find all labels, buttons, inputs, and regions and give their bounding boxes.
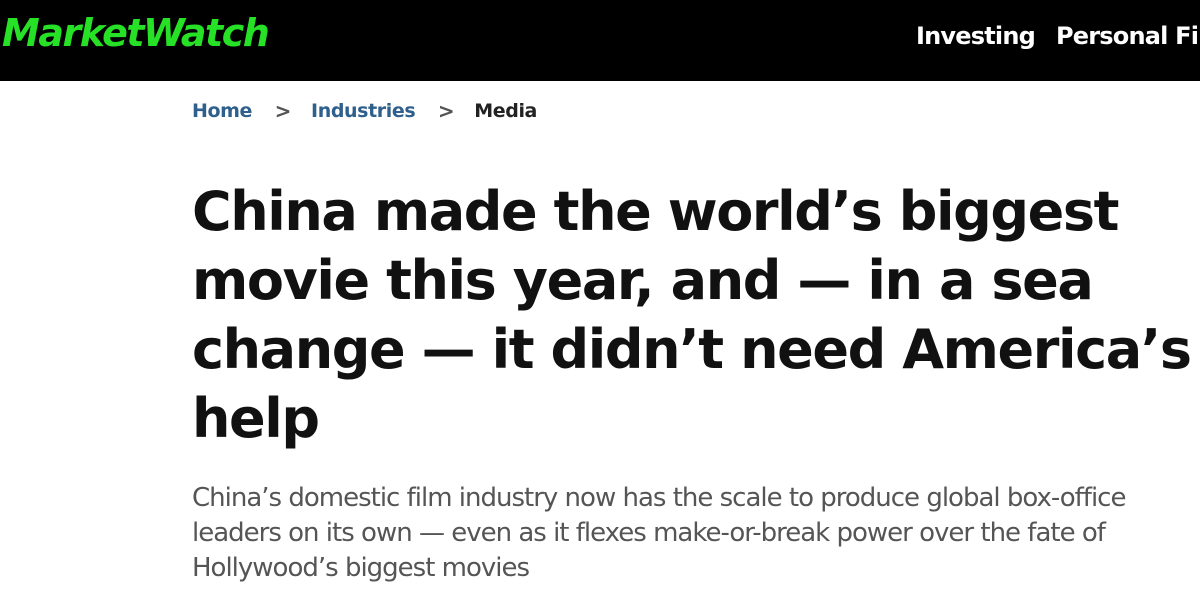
chevron-right-icon: > bbox=[437, 99, 455, 123]
breadcrumb-current-media: Media bbox=[474, 100, 537, 122]
subheadline-line: leaders on its own — even as it flexes m… bbox=[192, 518, 1106, 548]
article-subheadline: China’s domestic film industry now has t… bbox=[192, 481, 1200, 586]
main-nav: Investing Personal Fin bbox=[916, 18, 1200, 54]
nav-item-investing[interactable]: Investing bbox=[916, 18, 1036, 54]
article-headline: China made the world’s biggest movie thi… bbox=[192, 177, 1200, 453]
breadcrumb-home-link[interactable]: Home bbox=[192, 100, 252, 122]
subheadline-line: Hollywood’s biggest movies bbox=[192, 553, 530, 583]
nav-item-personal-finance[interactable]: Personal Fin bbox=[1056, 18, 1200, 54]
headline-line: change — it didn’t need America’s bbox=[192, 318, 1192, 381]
breadcrumb: Home > Industries > Media bbox=[192, 96, 537, 126]
chevron-right-icon: > bbox=[274, 99, 292, 123]
headline-line: China made the world’s biggest bbox=[192, 180, 1119, 243]
breadcrumb-industries-link[interactable]: Industries bbox=[311, 100, 416, 122]
top-nav-bar: MarketWatch Investing Personal Fin bbox=[0, 0, 1200, 81]
marketwatch-logo[interactable]: MarketWatch bbox=[2, 10, 270, 56]
headline-line: help bbox=[192, 387, 320, 450]
headline-line: movie this year, and — in a sea bbox=[192, 249, 1094, 312]
subheadline-line: China’s domestic film industry now has t… bbox=[192, 483, 1126, 513]
